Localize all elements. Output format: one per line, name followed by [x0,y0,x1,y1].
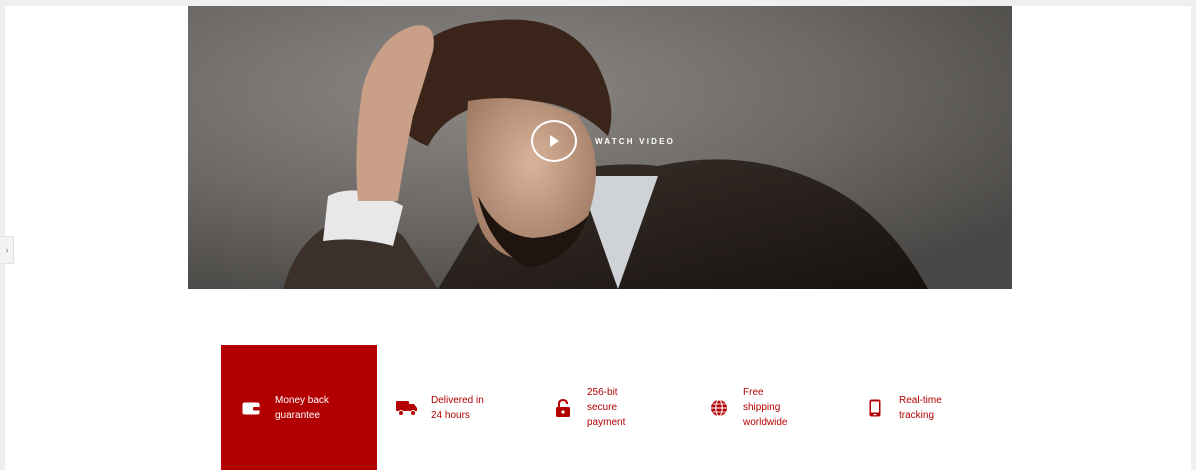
truck-icon [395,396,419,420]
chevron-right-icon: › [5,245,9,255]
side-panel-toggle[interactable]: › [1,236,14,264]
watch-video-button[interactable]: WATCH VIDEO [531,120,675,162]
window-frame-left [0,0,5,470]
lock-icon [551,396,575,420]
feature-secure-payment[interactable]: 256-bit secure payment [533,345,689,470]
wallet-icon [239,396,263,420]
phone-icon [863,396,887,420]
feature-label: Real-time tracking [899,394,942,421]
play-icon [550,135,559,147]
feature-label: Free shipping worldwide [743,387,788,428]
feature-delivery[interactable]: Delivered in 24 hours [377,345,533,470]
watch-video-label: WATCH VIDEO [595,136,676,146]
play-button[interactable] [531,120,577,162]
feature-strip: Money back guarantee Delivered in 24 hours… [221,345,1001,470]
feature-tracking[interactable]: Real-time tracking [845,345,1001,470]
feature-free-shipping[interactable]: Free shipping worldwide [689,345,845,470]
feature-money-back[interactable]: Money back guarantee [221,345,377,470]
hero-video-banner: WATCH VIDEO [188,6,1012,289]
feature-label: Money back guarantee [275,394,329,421]
feature-label: 256-bit secure payment [587,387,626,428]
window-frame-right [1191,0,1196,470]
globe-icon [707,396,731,420]
feature-label: Delivered in 24 hours [431,394,484,421]
